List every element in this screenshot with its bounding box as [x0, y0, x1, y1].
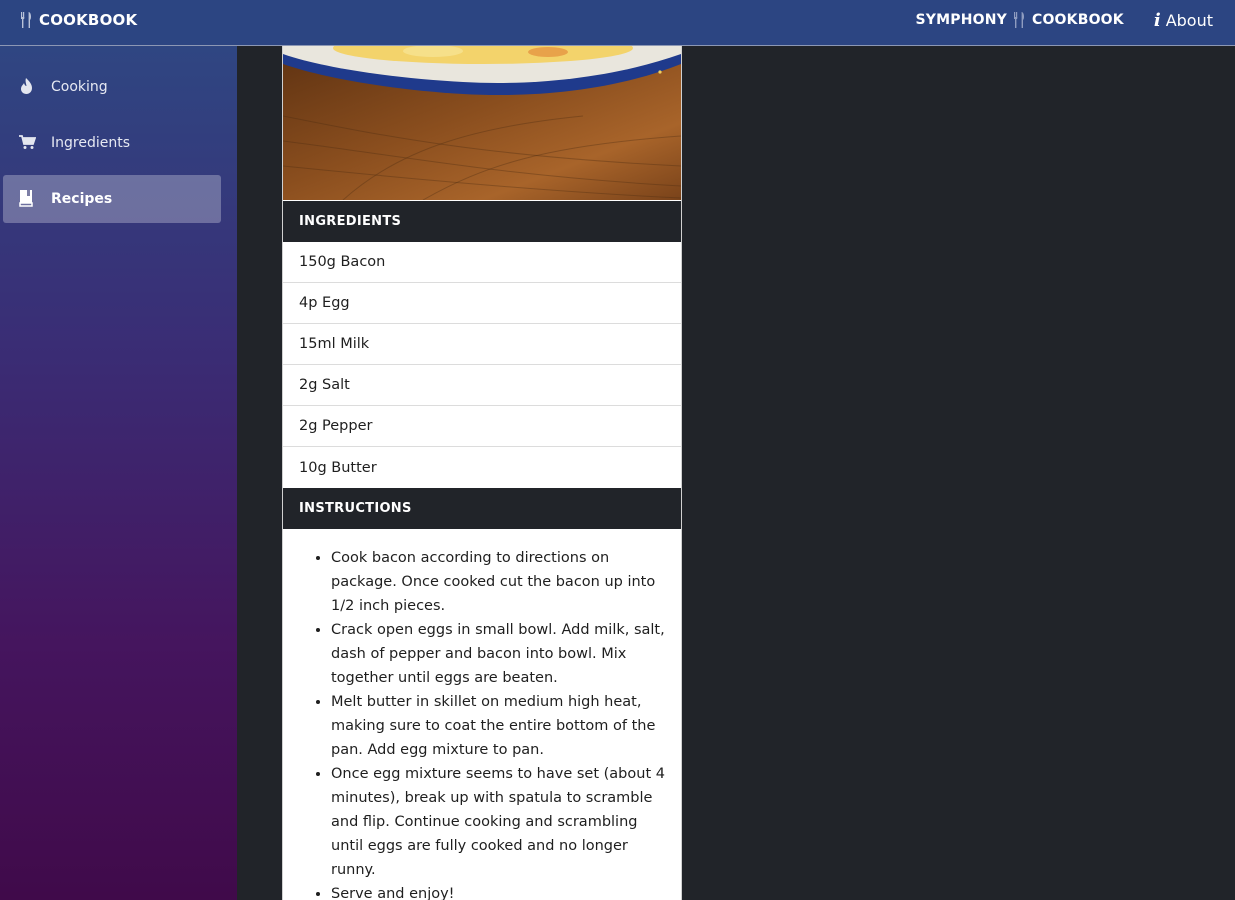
instruction-step: Crack open eggs in small bowl. Add milk,…: [331, 618, 667, 690]
recipe-card: INGREDIENTS 150g Bacon 4p Egg 15ml Milk …: [282, 46, 682, 900]
instruction-step: Serve and enjoy!: [331, 882, 667, 900]
list-item: 2g Pepper: [283, 406, 681, 447]
symphony-cookbook-link[interactable]: SYMPHONY COOKBOOK: [915, 12, 1124, 28]
cart-icon: [19, 135, 36, 149]
sidebar-item-ingredients[interactable]: Ingredients: [3, 119, 221, 167]
list-item: 4p Egg: [283, 283, 681, 324]
list-item: 2g Salt: [283, 365, 681, 406]
utensils-icon: [1013, 12, 1025, 28]
sidebar-item-label: Cooking: [51, 79, 108, 95]
instruction-step: Melt butter in skillet on medium high he…: [331, 690, 667, 762]
sidebar-item-recipes[interactable]: Recipes: [3, 175, 221, 223]
instructions-list: Cook bacon according to directions on pa…: [283, 546, 681, 900]
instruction-step: Cook bacon according to directions on pa…: [331, 546, 667, 618]
flame-icon: [21, 78, 32, 94]
info-icon: i: [1153, 9, 1161, 31]
sidebar-item-cooking[interactable]: Cooking: [3, 63, 221, 111]
brand-logo[interactable]: COOKBOOK: [20, 0, 137, 40]
about-link[interactable]: i About: [1154, 10, 1213, 31]
instructions-heading: INSTRUCTIONS: [283, 488, 681, 529]
top-bar: COOKBOOK SYMPHONY COOKBOOK i About: [0, 0, 1235, 46]
topbar-right: SYMPHONY COOKBOOK i About: [915, 0, 1213, 40]
sidebar-item-label: Recipes: [51, 191, 113, 207]
brand-label: COOKBOOK: [39, 11, 138, 29]
list-item: 150g Bacon: [283, 242, 681, 283]
book-icon: [19, 190, 33, 207]
list-item: 10g Butter: [299, 459, 377, 476]
utensils-icon: [21, 12, 32, 28]
recipe-photo-image: [283, 46, 681, 200]
ingredients-heading: INGREDIENTS: [283, 201, 681, 242]
recipe-photo: [283, 46, 681, 200]
instruction-step: Once egg mixture seems to have set (abou…: [331, 762, 667, 882]
sidebar-item-label: Ingredients: [51, 135, 130, 151]
list-item: 15ml Milk: [283, 324, 681, 365]
symphony-label: SYMPHONY: [915, 12, 1007, 28]
cookbook-label: COOKBOOK: [1031, 12, 1124, 28]
sidebar: Cooking Ingredients Recipes: [0, 46, 237, 900]
about-label: About: [1165, 10, 1213, 30]
